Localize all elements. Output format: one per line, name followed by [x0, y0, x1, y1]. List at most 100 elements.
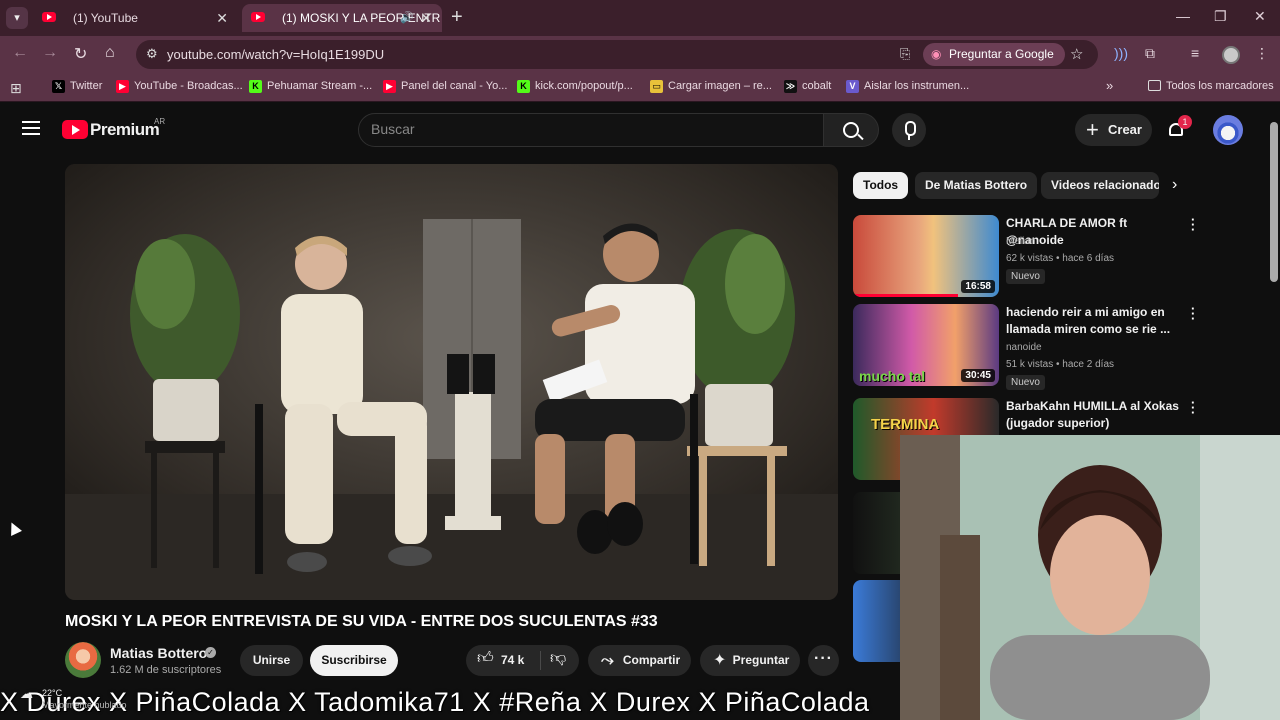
create-button[interactable]: + Crear [1075, 114, 1152, 146]
bookmark-label: Pehuamar Stream -... [267, 80, 373, 92]
guide-menu-icon[interactable] [22, 121, 40, 135]
media-control-icon[interactable]: ≡ [1191, 45, 1199, 61]
join-button[interactable]: Unirse [240, 645, 303, 676]
weather-desc: Mayormente nublado [42, 700, 127, 710]
reload-icon[interactable]: ↻ [74, 44, 87, 64]
kick-logo-icon: K [517, 80, 530, 93]
restore-icon[interactable]: ❐ [1214, 8, 1227, 25]
sparkle-icon: ✦ [713, 652, 727, 669]
recommendation-channel[interactable]: Melian [1006, 236, 1035, 247]
like-dislike-group: 👍︎ 74 k 👎︎ [466, 645, 579, 676]
google-lens-icon: ◉ [931, 47, 942, 61]
bookmark-panel-canal[interactable]: ▶ Panel del canal - Yo... [383, 80, 507, 93]
thumbnail-caption: mucho tal [859, 368, 926, 384]
ticker-text: X Durex X PiñaColada X Tadomika71 X #Reñ… [0, 687, 870, 717]
recommendation-title[interactable]: haciendo reir a mi amigo en llamada mire… [1006, 304, 1184, 338]
extension-wave-icon[interactable]: ))) [1114, 45, 1128, 61]
youtube-logo-icon[interactable] [62, 120, 88, 139]
search-box[interactable] [358, 113, 824, 147]
duration-badge: 16:58 [961, 280, 995, 293]
x-logo-icon: 𝕏 [52, 80, 65, 93]
all-bookmarks-label: Todos los marcadores [1166, 80, 1274, 92]
chevron-right-icon[interactable]: › [1172, 176, 1177, 194]
tab-youtube-home[interactable]: (1) YouTube ✕ [33, 4, 238, 32]
browser-profile-avatar[interactable] [1222, 46, 1240, 64]
browser-menu-icon[interactable]: ⋮ [1255, 45, 1269, 62]
ask-button[interactable]: ✦ Preguntar [700, 645, 800, 676]
recommendation-channel[interactable]: nanoide [1006, 342, 1042, 353]
channel-avatar[interactable] [65, 642, 101, 678]
verified-check-icon: ✓ [205, 647, 216, 658]
new-tab-button[interactable]: + [451, 6, 463, 29]
channel-name[interactable]: Matias Bottero [110, 645, 207, 661]
bookmark-cobalt[interactable]: ≫ cobalt [784, 80, 832, 93]
search-input[interactable] [371, 121, 801, 137]
bookmark-pehuamar-stream[interactable]: K Pehuamar Stream -... [249, 80, 373, 93]
close-window-icon[interactable]: ✕ [1254, 8, 1266, 25]
bookmark-youtube-broadcast[interactable]: ▶ YouTube - Broadcas... [116, 80, 243, 93]
bookmarks-overflow-icon[interactable]: » [1106, 78, 1113, 93]
kick-logo-icon: K [249, 80, 262, 93]
install-app-icon[interactable]: ⎘ [900, 46, 910, 62]
chip-all[interactable]: Todos [853, 172, 909, 199]
search-icon[interactable] [823, 113, 879, 147]
account-avatar[interactable] [1213, 115, 1243, 145]
dislike-thumb-icon[interactable]: 👎︎ [550, 651, 566, 667]
recommendation-meta: 62 k vistas • hace 6 días [1006, 253, 1115, 264]
recommendation-item[interactable]: 16:58 CHARLA DE AMOR ft @nanoide Melian … [853, 213, 1203, 297]
back-arrow-icon[interactable]: ← [12, 44, 28, 62]
extensions-puzzle-icon[interactable]: ⧉ [1145, 45, 1155, 62]
browser-toolbar: ← → ↻ ⌂ ⚙ youtube.com/watch?v=HoIq1E199D… [0, 36, 1280, 72]
close-tab-icon[interactable]: ✕ [216, 4, 228, 32]
video-thumbnail[interactable]: 16:58 [853, 215, 999, 297]
share-button[interactable]: ⤳ Compartir [588, 645, 691, 676]
url-text[interactable]: youtube.com/watch?v=HoIq1E199DU [167, 47, 384, 62]
bookmark-star-icon[interactable]: ☆ [1070, 45, 1083, 63]
more-actions-icon[interactable]: ··· [808, 645, 839, 676]
address-bar[interactable]: ⚙ youtube.com/watch?v=HoIq1E199DU ⎘ ◉ Pr… [136, 40, 1098, 69]
weather-widget[interactable]: ☁ 22°C Mayormente nublado [20, 686, 130, 716]
close-tab-icon[interactable]: ✕ [420, 4, 432, 32]
cobalt-logo-icon: ≫ [784, 80, 797, 93]
bookmark-kick-popout[interactable]: Kkick.com/popout/p... [517, 80, 633, 93]
subscribe-button[interactable]: Suscribirse [310, 645, 398, 676]
kebab-menu-icon[interactable]: · · · [1191, 396, 1195, 419]
bookmark-aislar-instrumentos[interactable]: V Aislar los instrumen... [846, 80, 969, 93]
video-title: MOSKI Y LA PEOR ENTREVISTA DE SU VIDA - … [65, 613, 658, 630]
speaker-icon[interactable]: 🔊 [400, 4, 414, 32]
recommendation-item[interactable]: mucho tal 30:45 haciendo reir a mi amigo… [853, 302, 1203, 390]
forward-arrow-icon[interactable]: → [42, 44, 58, 62]
bookmark-cargar-imagen[interactable]: ▭ Cargar imagen – re... [650, 80, 772, 93]
site-info-icon[interactable]: ⚙ [146, 46, 158, 62]
minimize-icon[interactable]: — [1176, 8, 1190, 24]
bookmark-label: cobalt [802, 80, 832, 92]
recommendation-title[interactable]: BarbaKahn HUMILLA al Xokas (jugador supe… [1006, 398, 1184, 432]
tab-title: (1) YouTube [73, 11, 138, 25]
all-bookmarks-folder[interactable]: Todos los marcadores [1148, 80, 1274, 92]
duration-badge: 30:45 [961, 369, 995, 382]
home-icon[interactable]: ⌂ [105, 44, 115, 62]
notifications-bell-icon[interactable]: 1 [1167, 115, 1192, 139]
tab-search-button[interactable]: ▾ [6, 7, 28, 29]
like-thumb-icon[interactable]: 👍︎ [477, 651, 494, 667]
video-player[interactable] [65, 164, 838, 600]
kebab-menu-icon[interactable]: · · · [1191, 302, 1195, 325]
chip-from-channel[interactable]: De Matias Bottero [915, 172, 1038, 199]
chip-related[interactable]: Videos relacionado [1041, 172, 1159, 199]
page-scrollbar[interactable] [1270, 122, 1278, 282]
youtube-logo-icon: ▶ [116, 80, 129, 93]
kebab-menu-icon[interactable]: · · · [1191, 213, 1195, 236]
apps-grid-icon[interactable]: ⊞ [10, 80, 22, 97]
like-count[interactable]: 74 k [501, 653, 524, 667]
folder-icon [1148, 80, 1161, 91]
tab-active-video[interactable]: (1) MOSKI Y LA PEOR ENTR 🔊 ✕ [242, 4, 442, 32]
create-label: Crear [1108, 122, 1142, 137]
microphone-icon[interactable] [892, 113, 926, 147]
video-thumbnail[interactable]: mucho tal 30:45 [853, 304, 999, 386]
bookmark-twitter[interactable]: 𝕏 Twitter [52, 80, 103, 93]
bookmark-label: Twitter [70, 80, 103, 92]
youtube-premium-logo[interactable]: Premium [90, 120, 160, 140]
ask-google-button[interactable]: ◉ Preguntar a Google [923, 43, 1065, 66]
subscriber-count: 1.62 M de suscriptores [110, 664, 222, 676]
webcam-overlay [900, 435, 1280, 720]
